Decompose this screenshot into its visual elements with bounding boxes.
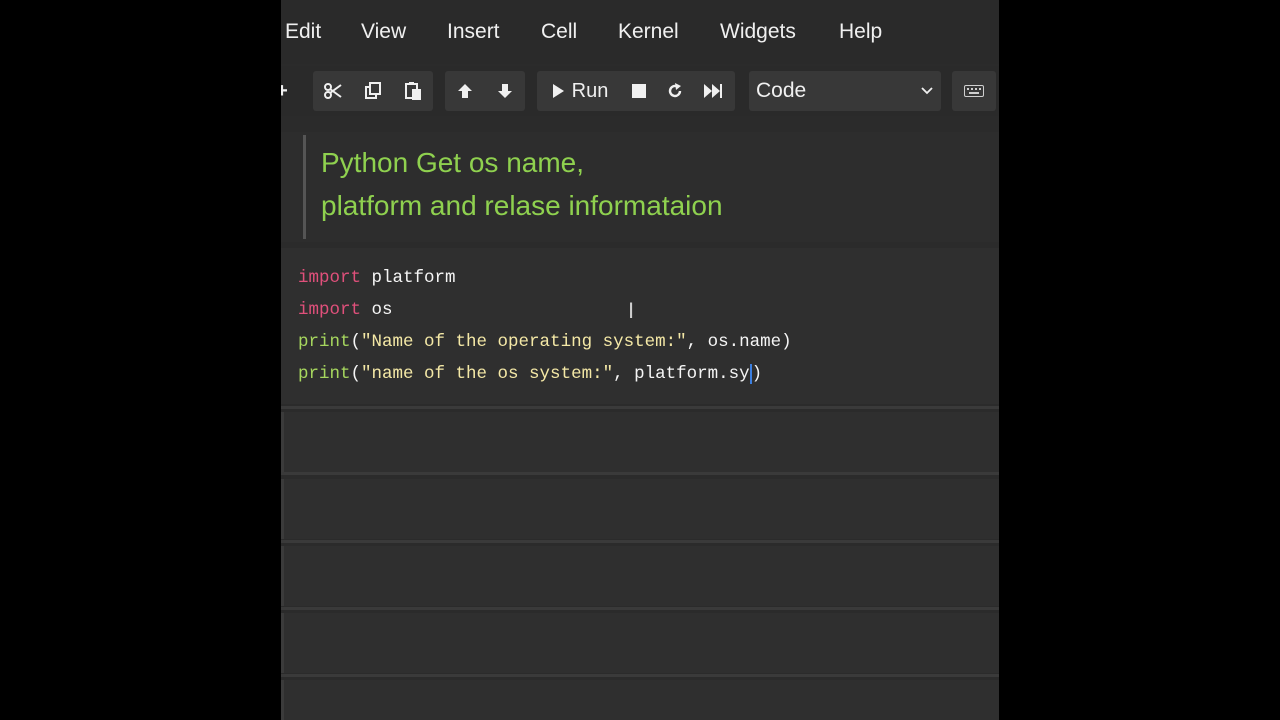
add-icon[interactable]: + — [281, 71, 297, 111]
stop-icon[interactable] — [619, 71, 659, 111]
cell-gutter — [281, 613, 284, 673]
move-up-icon[interactable] — [445, 71, 485, 111]
ibeam-cursor-icon: I — [628, 298, 635, 323]
paren: ( — [350, 364, 362, 384]
code-cell[interactable]: import platform import os print("Name of… — [281, 248, 999, 404]
cell-type-value: Code — [756, 79, 807, 102]
code-text: , platform.sy — [613, 364, 750, 384]
string-literal: "Name of the operating system:" — [361, 332, 687, 352]
menu-bar: Edit View Insert Cell Kernel Widgets Hel… — [281, 0, 999, 64]
menu-cell[interactable]: Cell — [541, 20, 577, 44]
paren: ( — [350, 332, 362, 352]
cell-separator — [281, 674, 999, 677]
empty-code-cell[interactable] — [281, 412, 999, 472]
markdown-cell-border — [303, 135, 306, 239]
empty-code-cell[interactable] — [281, 680, 999, 720]
run-button[interactable]: Run — [541, 71, 617, 111]
cell-separator — [281, 607, 999, 610]
toolbar: + Run Code — [281, 66, 999, 116]
cell-gutter — [281, 680, 284, 720]
code-line-2: import os — [298, 300, 393, 320]
markdown-cell[interactable]: Python Get os name, platform and relase … — [281, 132, 999, 242]
chevron-down-icon — [921, 71, 933, 112]
run-button-group: Run — [537, 71, 735, 111]
cell-separator — [281, 472, 999, 475]
cell-separator — [281, 406, 999, 409]
cell-gutter — [281, 546, 284, 606]
move-button-group — [445, 71, 525, 111]
code-line-4: print("name of the os system:", platform… — [298, 364, 763, 384]
code-line-1: import platform — [298, 268, 456, 288]
cut-icon[interactable] — [313, 71, 353, 111]
function-name: print — [298, 332, 351, 352]
empty-code-cell[interactable] — [281, 479, 999, 539]
empty-code-cell[interactable] — [281, 546, 999, 606]
empty-code-cell[interactable] — [281, 613, 999, 673]
run-label: Run — [571, 79, 609, 102]
menu-view[interactable]: View — [361, 20, 406, 44]
function-name: print — [298, 364, 351, 384]
menu-widgets[interactable]: Widgets — [720, 20, 796, 44]
markdown-heading-line-2: platform and relase informataion — [321, 190, 723, 221]
keyword: import — [298, 268, 362, 288]
code-text: platform — [361, 268, 456, 288]
menu-insert[interactable]: Insert — [447, 20, 500, 44]
menu-help[interactable]: Help — [839, 20, 882, 44]
copy-icon[interactable] — [353, 71, 393, 111]
run-icon — [552, 84, 564, 98]
markdown-heading-line-1: Python Get os name, — [321, 147, 585, 178]
keyword: import — [298, 300, 362, 320]
edit-button-group — [313, 71, 433, 111]
menu-kernel[interactable]: Kernel — [618, 20, 679, 44]
move-down-icon[interactable] — [485, 71, 525, 111]
code-text: os — [361, 300, 393, 320]
code-line-3: print("Name of the operating system:", o… — [298, 332, 792, 352]
run-all-icon[interactable] — [693, 71, 733, 111]
keyboard-icon[interactable] — [952, 71, 996, 111]
cell-gutter — [281, 412, 284, 472]
notebook-window: Edit View Insert Cell Kernel Widgets Hel… — [281, 0, 999, 720]
cell-type-select[interactable]: Code — [749, 71, 941, 111]
code-text: , os.name) — [686, 332, 792, 352]
restart-icon[interactable] — [655, 71, 695, 111]
cell-gutter — [281, 479, 284, 539]
cell-separator — [281, 540, 999, 543]
text-cursor: ) — [749, 364, 763, 384]
menu-edit[interactable]: Edit — [285, 20, 321, 44]
string-literal: "name of the os system:" — [361, 364, 614, 384]
paste-icon[interactable] — [393, 71, 433, 111]
